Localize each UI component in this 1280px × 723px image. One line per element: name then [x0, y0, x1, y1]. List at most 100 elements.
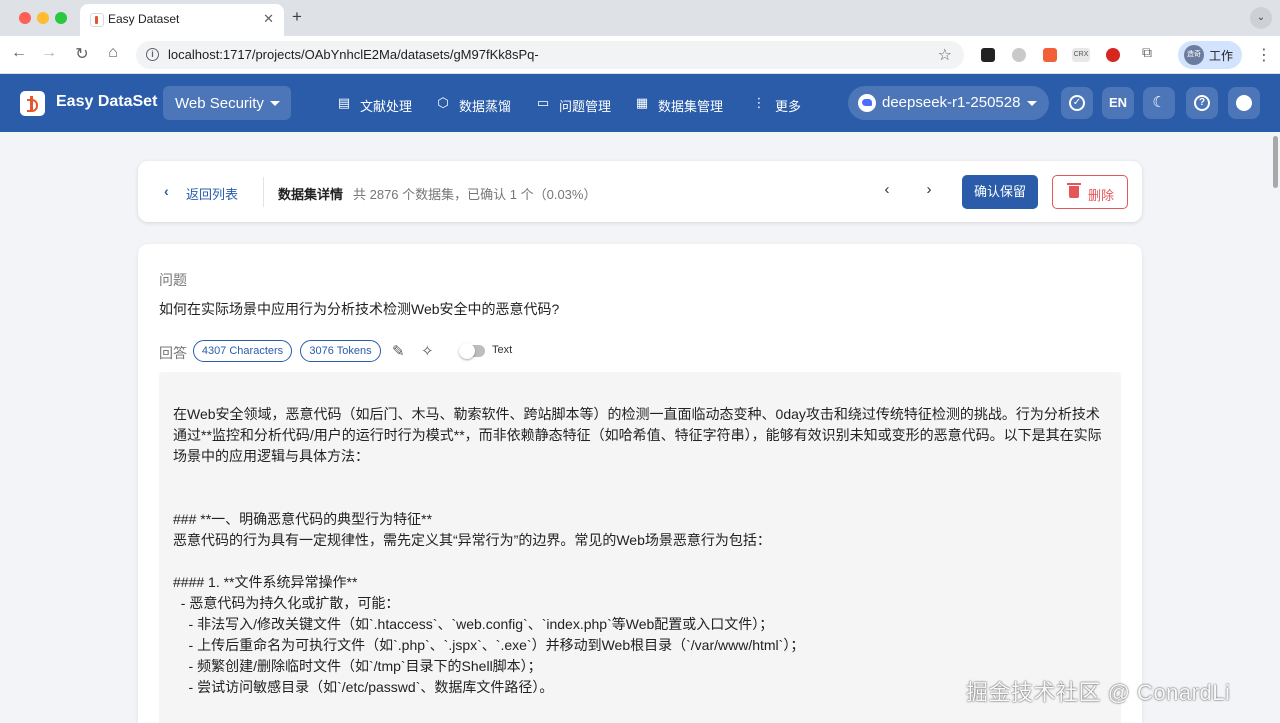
- crx-extension-icon[interactable]: CRX: [1072, 48, 1090, 62]
- extension-icon[interactable]: [1043, 48, 1057, 62]
- watermark: 掘金技术社区 @ ConardLi: [966, 680, 1231, 705]
- nav-label: 更多: [775, 99, 802, 114]
- nav-literature[interactable]: ▤ 文献处理: [336, 95, 416, 114]
- answer-line: - 频繁创建/删除临时文件（如`/tmp`目录下的Shell脚本）；: [173, 658, 542, 674]
- site-info-icon[interactable]: i: [146, 48, 159, 61]
- nav-label: 数据集管理: [658, 99, 724, 114]
- document-icon: ▤: [337, 95, 351, 110]
- answer-content: 在Web安全领域，恶意代码（如后门、木马、勒索软件、跨站脚本等）的检测一直面临动…: [159, 372, 1121, 723]
- question-chat-icon: ▭: [536, 95, 550, 110]
- cube-icon: ⬡: [437, 95, 449, 110]
- model-selector[interactable]: deepseek-r1-250528: [848, 86, 1049, 120]
- edit-pencil-icon[interactable]: ✎: [392, 342, 405, 360]
- chevron-down-icon: [270, 101, 280, 106]
- back-arrow-icon[interactable]: ←: [8, 44, 30, 62]
- dataset-detail-toolbar: ‹ 返回列表 数据集详情 共 2876 个数据集，已确认 1 个（0.03%） …: [138, 161, 1142, 222]
- nav-more[interactable]: ⋮ 更多: [751, 95, 806, 114]
- forward-arrow-icon[interactable]: →: [38, 44, 60, 62]
- profile-avatar: 造奇: [1184, 45, 1204, 65]
- browser-tab[interactable]: Easy Dataset ✕: [80, 4, 284, 36]
- text-markdown-toggle[interactable]: [459, 343, 485, 359]
- nav-questions[interactable]: ▭ 问题管理: [535, 95, 615, 114]
- more-vertical-icon: ⋮: [752, 95, 766, 110]
- app-header: Easy DataSet Web Security ▤ 文献处理 ⬡ 数据蒸馏 …: [0, 74, 1280, 132]
- answer-line: - 上传后重命名为可执行文件（如`.php`、`.jspx`、`.exe`）并移…: [173, 637, 805, 653]
- profile-button[interactable]: 造奇 工作: [1178, 41, 1242, 69]
- answer-line: ### **一、明确恶意代码的典型行为特征**: [173, 511, 433, 527]
- answer-line: - 非法写入/修改关键文件（如`.htaccess`、`web.config`、…: [173, 616, 774, 632]
- tab-close-icon[interactable]: ✕: [263, 11, 274, 27]
- nav-distill[interactable]: ⬡ 数据蒸馏: [435, 95, 515, 114]
- address-bar[interactable]: i localhost:1717/projects/OAbYnhclE2Ma/d…: [136, 41, 964, 69]
- back-label: 返回列表: [186, 187, 239, 202]
- bookmark-star-icon[interactable]: ☆: [938, 45, 952, 65]
- dataset-count: 共 2876 个数据集，已确认 1 个（0.03%）: [353, 187, 597, 202]
- answer-line: [173, 467, 1113, 488]
- delete-label: 删除: [1088, 188, 1115, 203]
- check-circle-icon: ✓: [1069, 95, 1085, 112]
- trash-icon: [1067, 183, 1081, 198]
- nav-label: 数据蒸馏: [459, 99, 512, 114]
- app-favicon-icon: [90, 13, 104, 27]
- extension-icon[interactable]: [1012, 48, 1026, 62]
- project-selector[interactable]: Web Security: [163, 86, 291, 120]
- moon-icon: ☾: [1152, 94, 1166, 111]
- deepseek-logo-icon: [858, 94, 876, 112]
- divider: [263, 177, 264, 207]
- app-logo-icon: [20, 91, 45, 116]
- chevron-down-icon: [1027, 101, 1037, 106]
- previous-dataset-button[interactable]: ‹: [877, 181, 897, 198]
- window-close-button[interactable]: [19, 12, 31, 24]
- opera-extension-icon[interactable]: [1106, 48, 1120, 62]
- model-name: deepseek-r1-250528: [882, 94, 1021, 111]
- extension-icon[interactable]: [981, 48, 995, 62]
- next-dataset-button[interactable]: ›: [919, 181, 939, 198]
- help-circle-icon: ?: [1194, 95, 1210, 112]
- confirm-keep-button[interactable]: 确认保留: [962, 175, 1038, 209]
- nav-datasets[interactable]: ▦ 数据集管理: [634, 95, 724, 114]
- browser-menu-icon[interactable]: ⋮: [1256, 45, 1272, 65]
- github-button[interactable]: [1228, 87, 1260, 119]
- question-text: 如何在实际场景中应用行为分析技术检测Web安全中的恶意代码?: [159, 301, 560, 317]
- new-tab-button[interactable]: +: [292, 7, 302, 27]
- extensions-puzzle-icon[interactable]: ⧉: [1136, 44, 1158, 61]
- tab-title: Easy Dataset: [108, 12, 180, 26]
- theme-toggle-button[interactable]: ☾: [1143, 87, 1175, 119]
- delete-button[interactable]: 删除: [1052, 175, 1128, 209]
- answer-line: #### 1. **文件系统异常操作**: [173, 574, 358, 590]
- answer-line: 在Web安全领域，恶意代码（如后门、木马、勒索软件、跨站脚本等）的检测一直面临动…: [173, 406, 1102, 464]
- language-button[interactable]: EN: [1102, 87, 1134, 119]
- profile-label: 工作: [1209, 49, 1234, 63]
- page-title: 数据集详情: [278, 187, 344, 202]
- answer-line: [173, 551, 1113, 572]
- answer-text: 在Web安全领域，恶意代码（如后门、木马、勒索软件、跨站脚本等）的检测一直面临动…: [173, 404, 1113, 698]
- answer-line: [173, 488, 1113, 509]
- nav-label: 问题管理: [559, 99, 612, 114]
- answer-line: - 恶意代码为持久化或扩散，可能：: [173, 595, 400, 611]
- chevron-left-icon: ‹: [164, 183, 169, 199]
- help-button[interactable]: ?: [1186, 87, 1218, 119]
- dataset-content-card: 问题 如何在实际场景中应用行为分析技术检测Web安全中的恶意代码? 回答 430…: [138, 244, 1142, 723]
- answer-line: 恶意代码的行为具有一定规律性，需先定义其“异常行为”的边界。常见的Web场景恶意…: [173, 532, 771, 548]
- app-name: Easy DataSet: [56, 93, 158, 110]
- browser-tab-bar: Easy Dataset ✕ + ⌄: [0, 0, 1280, 36]
- dataset-grid-icon: ▦: [635, 95, 649, 110]
- url-text[interactable]: localhost:1717/projects/OAbYnhclE2Ma/dat…: [168, 47, 539, 62]
- project-name: Web Security: [175, 95, 264, 112]
- toggle-label: Text: [492, 344, 513, 356]
- window-zoom-button[interactable]: [55, 12, 67, 24]
- ai-optimize-wand-icon[interactable]: ✧: [421, 342, 434, 360]
- answer-label: 回答: [159, 345, 187, 361]
- question-label: 问题: [159, 272, 187, 288]
- tab-search-button[interactable]: ⌄: [1250, 7, 1272, 29]
- page-scrollbar[interactable]: [1273, 136, 1278, 188]
- browser-toolbar: ← → ↻ ⌂ i localhost:1717/projects/OAbYnh…: [0, 36, 1280, 74]
- github-icon: [1236, 95, 1252, 112]
- home-icon[interactable]: ⌂: [102, 44, 124, 62]
- reload-icon[interactable]: ↻: [71, 44, 93, 64]
- character-count-chip: 4307 Characters: [193, 340, 292, 362]
- token-count-chip: 3076 Tokens: [300, 340, 381, 362]
- nav-label: 文献处理: [360, 99, 413, 114]
- task-check-button[interactable]: ✓: [1061, 87, 1093, 119]
- window-minimize-button[interactable]: [37, 12, 49, 24]
